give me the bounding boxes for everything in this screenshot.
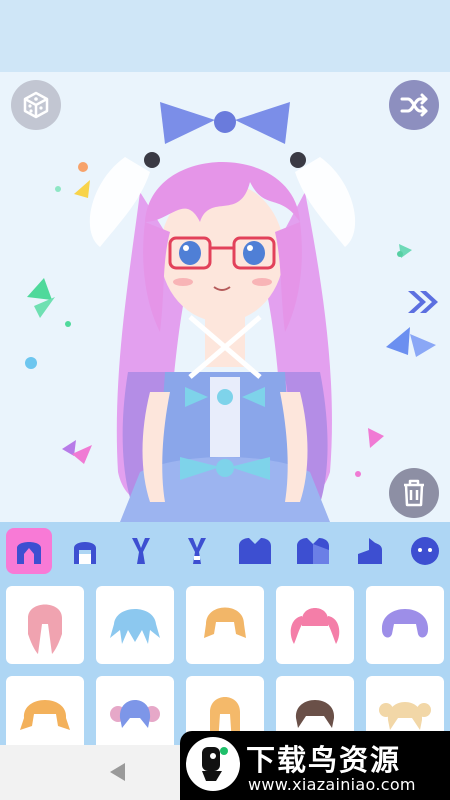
delete-button[interactable] <box>389 468 439 518</box>
random-button[interactable] <box>11 80 61 130</box>
double-chevron-right-icon <box>408 291 438 313</box>
tab-front-hair[interactable] <box>6 528 52 574</box>
character-illustration <box>89 102 356 522</box>
shirt-icon <box>239 538 271 564</box>
hair-item-purple-bob[interactable] <box>366 586 444 664</box>
hair-thumbnail <box>290 608 340 644</box>
back-triangle-icon <box>110 763 125 781</box>
hair-thumbnail <box>110 609 160 644</box>
dice-icon <box>23 91 49 119</box>
half-outfit-icon <box>358 538 382 564</box>
shuffle-button[interactable] <box>389 80 439 130</box>
hair-item-blue-spiky[interactable] <box>96 586 174 664</box>
watermark-banner: 下载鸟资源 www.xiazainiao.com <box>180 731 450 800</box>
tab-face[interactable] <box>402 528 448 574</box>
category-tabs <box>0 522 450 580</box>
hair-item-orange-curly[interactable] <box>6 676 84 745</box>
trash-icon <box>404 479 424 507</box>
next-button[interactable] <box>406 289 440 319</box>
tab-ears[interactable] <box>174 528 220 574</box>
top-bar <box>0 0 450 72</box>
hair-thumbnail <box>20 700 70 730</box>
outfit-icon <box>297 538 329 564</box>
watermark-title: 下载鸟资源 <box>246 743 402 777</box>
shuffle-icon <box>400 93 428 117</box>
hair-thumbnail <box>381 609 429 638</box>
face-icon <box>411 537 439 565</box>
rabbit-ears-icon <box>132 538 150 564</box>
tab-rabbit-ears[interactable] <box>118 528 164 574</box>
bird-logo-icon <box>202 747 228 781</box>
item-grid <box>0 580 450 745</box>
bangs-icon <box>74 542 96 564</box>
hair-item-blue-buns[interactable] <box>96 676 174 745</box>
tab-shirt[interactable] <box>232 528 278 574</box>
tab-half-outfit[interactable] <box>346 528 392 574</box>
back-button[interactable] <box>104 759 130 785</box>
hair-item-orange-bob[interactable] <box>186 586 264 664</box>
hair-item-pink-twintails[interactable] <box>276 586 354 664</box>
character-stage <box>0 72 450 522</box>
hair-thumbnail <box>28 604 62 654</box>
hair-thumbnail <box>204 607 246 638</box>
hair-item-pink-braids[interactable] <box>6 586 84 664</box>
watermark-logo <box>186 737 240 791</box>
tab-bangs[interactable] <box>62 528 108 574</box>
tab-outfit[interactable] <box>290 528 336 574</box>
ears-icon <box>188 538 206 564</box>
watermark-url: www.xiazainiao.com <box>248 775 416 794</box>
front-hair-icon <box>17 542 41 564</box>
head-bow <box>160 102 215 144</box>
hair-thumbnail <box>110 700 160 728</box>
